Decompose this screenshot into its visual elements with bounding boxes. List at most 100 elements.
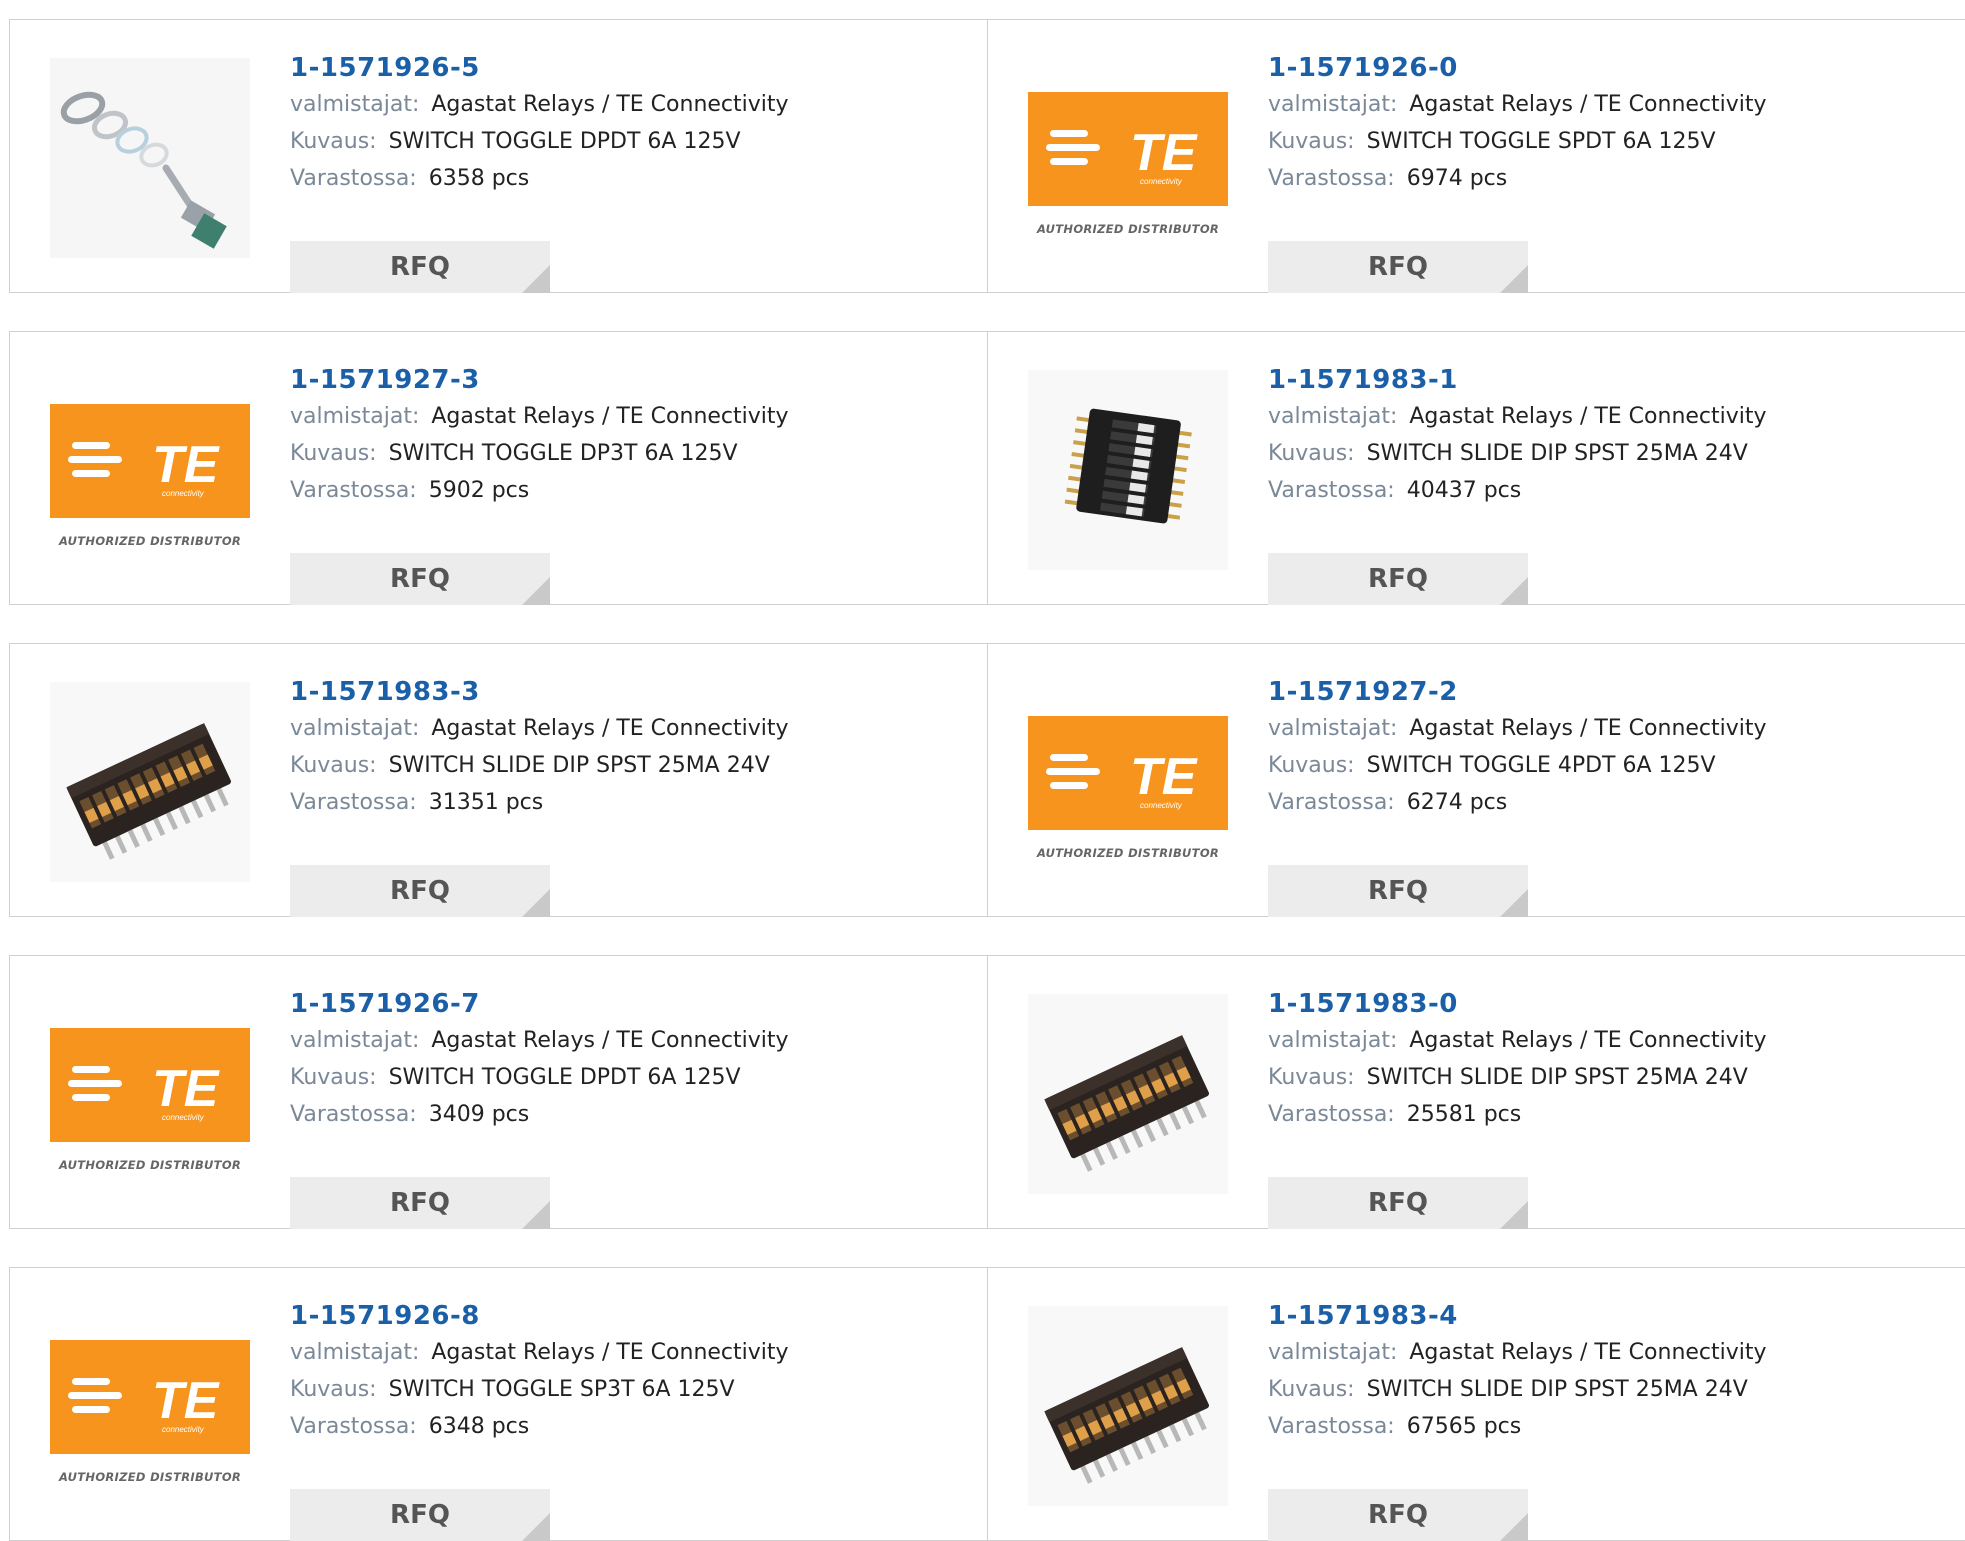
- product-info: 1-1571927-3 valmistajat: Agastat Relays / …: [290, 362, 940, 605]
- product-info: 1-1571983-1 valmistajat: Agastat Relays / …: [1268, 362, 1918, 605]
- stock-row: Varastossa: 6274 pcs: [1268, 784, 1918, 821]
- manufacturer-value: Agastat Relays / TE Connectivity: [1409, 404, 1767, 429]
- manufacturer-value: Agastat Relays / TE Connectivity: [1409, 1028, 1767, 1053]
- stock-value: 67565 pcs: [1406, 1414, 1522, 1439]
- description-value: SWITCH TOGGLE DP3T 6A 125V: [388, 441, 738, 466]
- stock-value: 5902 pcs: [428, 478, 530, 503]
- stock-label: Varastossa:: [1268, 1414, 1395, 1439]
- logo-subtitle: connectivity: [1140, 801, 1183, 810]
- description-row: Kuvaus: SWITCH SLIDE DIP SPST 25MA 24V: [290, 747, 940, 784]
- product-image[interactable]: [1028, 994, 1228, 1194]
- stock-label: Varastossa:: [290, 1414, 417, 1439]
- logo-subtitle: connectivity: [162, 489, 205, 498]
- logo-brand: TE: [1130, 124, 1198, 182]
- dip-switch-photo: [1028, 994, 1228, 1194]
- part-number-link[interactable]: 1-1571983-3: [290, 674, 940, 710]
- logo-caption: AUTHORIZED DISTRIBUTOR: [58, 1470, 242, 1484]
- product-image[interactable]: TE connectivity AUTHORIZED DISTRIBUTOR: [50, 1306, 250, 1506]
- product-card: 1-1571983-0 valmistajat: Agastat Relays / …: [987, 956, 1965, 1229]
- rfq-label: RFQ: [390, 876, 450, 906]
- manufacturer-row: valmistajat: Agastat Relays / TE Connecti…: [290, 1022, 940, 1059]
- stock-value: 31351 pcs: [428, 790, 544, 815]
- part-number-link[interactable]: 1-1571983-1: [1268, 362, 1918, 398]
- rfq-button[interactable]: RFQ: [290, 1489, 550, 1541]
- logo-brand: TE: [152, 1372, 220, 1430]
- stock-label: Varastossa:: [290, 478, 417, 503]
- manufacturer-row: valmistajat: Agastat Relays / TE Connecti…: [290, 710, 940, 747]
- stock-value: 6974 pcs: [1406, 166, 1508, 191]
- rfq-button[interactable]: RFQ: [1268, 553, 1528, 605]
- product-image[interactable]: [50, 58, 250, 258]
- description-label: Kuvaus:: [290, 129, 377, 154]
- manufacturer-value: Agastat Relays / TE Connectivity: [431, 1028, 789, 1053]
- product-info: 1-1571983-4 valmistajat: Agastat Relays / …: [1268, 1298, 1918, 1541]
- manufacturer-label: valmistajat:: [1268, 1340, 1398, 1365]
- stock-value: 6274 pcs: [1406, 790, 1508, 815]
- part-number-link[interactable]: 1-1571983-0: [1268, 986, 1918, 1022]
- description-value: SWITCH SLIDE DIP SPST 25MA 24V: [1366, 1377, 1748, 1402]
- manufacturer-row: valmistajat: Agastat Relays / TE Connecti…: [290, 1334, 940, 1371]
- description-row: Kuvaus: SWITCH TOGGLE SP3T 6A 125V: [290, 1371, 940, 1408]
- logo-subtitle: connectivity: [162, 1113, 205, 1122]
- rfq-button[interactable]: RFQ: [1268, 1177, 1528, 1229]
- rfq-button[interactable]: RFQ: [1268, 1489, 1528, 1541]
- description-value: SWITCH TOGGLE DPDT 6A 125V: [388, 129, 741, 154]
- corner-triangle-icon: [522, 577, 550, 605]
- rfq-button[interactable]: RFQ: [290, 865, 550, 917]
- te-logo-icon: TEconnectivity: [50, 404, 250, 518]
- manufacturer-row: valmistajat: Agastat Relays / TE Connecti…: [1268, 398, 1918, 435]
- stock-value: 6348 pcs: [428, 1414, 530, 1439]
- rfq-button[interactable]: RFQ: [290, 553, 550, 605]
- rfq-label: RFQ: [1368, 252, 1428, 282]
- description-row: Kuvaus: SWITCH TOGGLE SPDT 6A 125V: [1268, 123, 1918, 160]
- rfq-button[interactable]: RFQ: [290, 1177, 550, 1229]
- manufacturer-row: valmistajat: Agastat Relays / TE Connecti…: [290, 86, 940, 123]
- product-image[interactable]: [1028, 370, 1228, 570]
- description-label: Kuvaus:: [1268, 1377, 1355, 1402]
- part-number-link[interactable]: 1-1571926-0: [1268, 50, 1918, 86]
- description-row: Kuvaus: SWITCH SLIDE DIP SPST 25MA 24V: [1268, 1371, 1918, 1408]
- product-card: 1-1571983-4 valmistajat: Agastat Relays / …: [987, 1268, 1965, 1541]
- corner-triangle-icon: [522, 265, 550, 293]
- part-number-link[interactable]: 1-1571983-4: [1268, 1298, 1918, 1334]
- te-logo: TE connectivity AUTHORIZED DISTRIBUTOR: [50, 370, 250, 570]
- part-number-link[interactable]: 1-1571926-5: [290, 50, 940, 86]
- dip-switch-photo: [1028, 1306, 1228, 1506]
- product-info: 1-1571926-7 valmistajat: Agastat Relays / …: [290, 986, 940, 1229]
- manufacturer-label: valmistajat:: [1268, 1028, 1398, 1053]
- rfq-button[interactable]: RFQ: [1268, 865, 1528, 917]
- description-value: SWITCH TOGGLE 4PDT 6A 125V: [1366, 753, 1716, 778]
- part-number-link[interactable]: 1-1571926-8: [290, 1298, 940, 1334]
- part-number-link[interactable]: 1-1571926-7: [290, 986, 940, 1022]
- te-logo: TE connectivity AUTHORIZED DISTRIBUTOR: [1028, 682, 1228, 882]
- product-image[interactable]: TE connectivity AUTHORIZED DISTRIBUTOR: [50, 370, 250, 570]
- logo-brand: TE: [152, 1060, 220, 1118]
- product-image[interactable]: [50, 682, 250, 882]
- manufacturer-label: valmistajat:: [290, 404, 420, 429]
- product-image[interactable]: [1028, 1306, 1228, 1506]
- corner-triangle-icon: [1500, 1201, 1528, 1229]
- part-number-link[interactable]: 1-1571927-2: [1268, 674, 1918, 710]
- manufacturer-row: valmistajat: Agastat Relays / TE Connecti…: [1268, 1334, 1918, 1371]
- stock-row: Varastossa: 31351 pcs: [290, 784, 940, 821]
- rfq-label: RFQ: [1368, 564, 1428, 594]
- product-image[interactable]: TE connectivity AUTHORIZED DISTRIBUTOR: [50, 994, 250, 1194]
- product-image[interactable]: TE connectivity AUTHORIZED DISTRIBUTOR: [1028, 58, 1228, 258]
- product-image[interactable]: TE connectivity AUTHORIZED DISTRIBUTOR: [1028, 682, 1228, 882]
- rfq-button[interactable]: RFQ: [1268, 241, 1528, 293]
- rfq-button[interactable]: RFQ: [290, 241, 550, 293]
- stock-label: Varastossa:: [1268, 790, 1395, 815]
- manufacturer-label: valmistajat:: [1268, 716, 1398, 741]
- part-number-link[interactable]: 1-1571927-3: [290, 362, 940, 398]
- description-value: SWITCH SLIDE DIP SPST 25MA 24V: [1366, 1065, 1748, 1090]
- product-card: TE connectivity AUTHORIZED DISTRIBUTOR 1-15…: [987, 20, 1965, 293]
- rfq-label: RFQ: [390, 252, 450, 282]
- product-card: TE connectivity AUTHORIZED DISTRIBUTOR 1-15…: [987, 644, 1965, 917]
- te-logo-icon: TEconnectivity: [50, 1028, 250, 1142]
- dip-switch-photo: [50, 682, 250, 882]
- product-card: TE connectivity AUTHORIZED DISTRIBUTOR 1-15…: [9, 956, 988, 1229]
- stock-label: Varastossa:: [290, 790, 417, 815]
- product-row: TE connectivity AUTHORIZED DISTRIBUTOR 1-15…: [9, 331, 1965, 605]
- te-logo-icon: TEconnectivity: [1028, 716, 1228, 830]
- corner-triangle-icon: [522, 1513, 550, 1541]
